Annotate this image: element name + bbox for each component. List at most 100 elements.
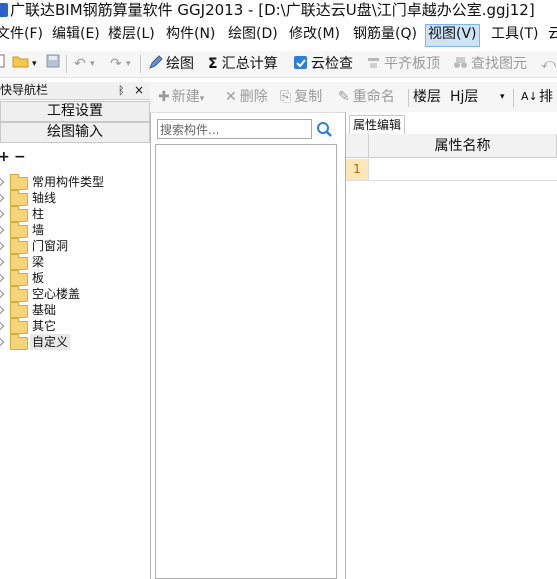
menu-file[interactable]: 文件(F)	[0, 24, 45, 45]
menu-cloud[interactable]: 云	[546, 24, 557, 45]
nav-header: 快导航栏 ᛒ ×	[0, 82, 150, 100]
expand-arrow-icon[interactable]	[0, 225, 5, 235]
project-settings-button[interactable]: 工程设置	[0, 101, 150, 122]
component-list[interactable]	[155, 144, 337, 579]
main-toolbar: ▾ ↶ ▾ ↷ ▾ 绘图 Σ 汇总计算 云检查 平齐板顶 查找图元 ⤺	[0, 51, 557, 78]
new-icon: ✚	[158, 89, 170, 105]
search-input[interactable]: 搜索构件...	[157, 119, 312, 139]
expand-arrow-icon[interactable]	[0, 321, 5, 331]
property-panel	[345, 112, 557, 579]
delete-icon: ✕	[225, 89, 237, 105]
copy-icon: ⎘	[280, 89, 292, 105]
property-row[interactable]	[369, 159, 557, 181]
copy-button[interactable]: ⎘ 复制	[280, 87, 322, 107]
app-icon	[0, 3, 8, 17]
menu-draw[interactable]: 绘图(D)	[226, 24, 280, 45]
open-dropdown-icon[interactable]: ▾	[32, 54, 37, 74]
nav-title: 快导航栏	[0, 83, 49, 97]
tree-item[interactable]: 空心楼盖	[0, 286, 150, 302]
new-file-icon[interactable]	[0, 54, 6, 74]
tree-item[interactable]: 常用构件类型	[0, 174, 150, 190]
menu-edit[interactable]: 编辑(E)	[50, 24, 102, 45]
binoculars-icon	[453, 55, 468, 70]
floor-dropdown-icon[interactable]: ▾	[500, 87, 505, 107]
delete-button[interactable]: ✕ 删除	[225, 87, 268, 107]
tree-item[interactable]: 板	[0, 270, 150, 286]
expand-arrow-icon[interactable]	[0, 241, 5, 251]
folder-icon	[10, 222, 28, 238]
tree-item[interactable]: 基础	[0, 302, 150, 318]
tree-item[interactable]: 其它	[0, 318, 150, 334]
separator	[66, 55, 67, 73]
search-icon[interactable]	[313, 119, 335, 139]
expand-arrow-icon[interactable]	[0, 177, 5, 187]
menu-view[interactable]: 视图(V)	[425, 24, 480, 47]
rename-button[interactable]: ✎ 重命名	[338, 87, 395, 107]
new-component-button[interactable]: ✚ 新建▾	[158, 87, 204, 107]
align-top-icon	[366, 55, 381, 70]
close-icon[interactable]: ×	[134, 82, 144, 99]
expand-arrow-icon[interactable]	[0, 289, 5, 299]
undo-dropdown-icon[interactable]: ▾	[90, 54, 95, 74]
draw-button[interactable]: 绘图	[148, 54, 194, 74]
sort-az-icon[interactable]: A↓	[521, 87, 538, 107]
folder-icon	[10, 238, 28, 254]
menu-rebar[interactable]: 钢筋量(Q)	[351, 24, 419, 45]
row-number-header	[346, 134, 369, 158]
open-folder-icon[interactable]	[12, 54, 30, 74]
tree-item[interactable]: 墙	[0, 222, 150, 238]
expand-arrow-icon[interactable]	[0, 209, 5, 219]
expand-arrow-icon[interactable]	[0, 337, 5, 347]
menu-tools[interactable]: 工具(T)	[489, 24, 540, 45]
expand-arrow-icon[interactable]	[0, 257, 5, 267]
expand-arrow-icon[interactable]	[0, 273, 5, 283]
expand-all-icon[interactable]: +	[0, 149, 10, 165]
folder-icon	[10, 254, 28, 270]
save-icon[interactable]	[46, 54, 60, 74]
window-title: 广联达BIM钢筋算量软件 GGJ2013 - [D:\广联达云U盘\江门卓越办公…	[10, 1, 535, 19]
folder-icon	[10, 334, 28, 350]
drawing-input-button[interactable]: 绘图输入	[0, 122, 150, 143]
tree-item[interactable]: 门窗洞	[0, 238, 150, 254]
expand-arrow-icon[interactable]	[0, 305, 5, 315]
folder-icon	[10, 190, 28, 206]
calc-button[interactable]: Σ 汇总计算	[208, 54, 278, 74]
folder-icon	[10, 318, 28, 334]
align-top-button[interactable]: 平齐板顶	[366, 54, 440, 74]
redo-icon[interactable]: ↷	[110, 54, 122, 74]
tree-item-selected[interactable]: 自定义	[0, 334, 150, 350]
folder-icon	[10, 270, 28, 286]
cloud-check-button[interactable]: 云检查	[293, 54, 353, 74]
separator	[408, 89, 409, 107]
floor-select[interactable]: Hj层	[450, 87, 478, 107]
rename-icon: ✎	[338, 89, 350, 105]
separator	[140, 55, 141, 73]
redo-dropdown-icon[interactable]: ▾	[126, 54, 131, 74]
menu-floor[interactable]: 楼层(L)	[106, 24, 157, 45]
find-element-button[interactable]: 查找图元	[453, 54, 527, 74]
tree-item[interactable]: 柱	[0, 206, 150, 222]
pencil-icon	[148, 55, 163, 70]
pin-icon[interactable]: ᛒ	[118, 82, 125, 99]
check-icon	[293, 55, 308, 70]
menu-bar: 文件(F) 编辑(E) 楼层(L) 构件(N) 绘图(D) 修改(M) 钢筋量(…	[0, 22, 557, 47]
property-name-header[interactable]: 属性名称	[369, 134, 557, 158]
separator	[513, 89, 514, 107]
menu-component[interactable]: 构件(N)	[164, 24, 217, 45]
expand-arrow-icon[interactable]	[0, 193, 5, 203]
dropdown-icon: ▾	[199, 94, 205, 104]
collapse-all-icon[interactable]: −	[14, 149, 26, 165]
sigma-icon: Σ	[208, 56, 218, 72]
sort-button[interactable]: 排	[539, 87, 553, 107]
row-number: 1	[346, 159, 369, 181]
more-tools-icon[interactable]: ⤺	[541, 54, 556, 74]
tab-property-edit[interactable]: 属性编辑	[349, 115, 406, 135]
undo-icon[interactable]: ↶	[74, 54, 86, 74]
tree-item[interactable]: 梁	[0, 254, 150, 270]
folder-icon	[10, 206, 28, 222]
tree-item[interactable]: 轴线	[0, 190, 150, 206]
navigation-panel: 快导航栏 ᛒ × 工程设置 绘图输入 + − 常用构件类型 轴线 柱 墙 门窗洞…	[0, 82, 151, 579]
menu-modify[interactable]: 修改(M)	[287, 24, 342, 45]
folder-icon	[10, 302, 28, 318]
component-toolbar: ✚ 新建▾ ✕ 删除 ⎘ 复制 ✎ 重命名 楼层 Hj层 ▾ A↓ 排	[150, 82, 557, 113]
